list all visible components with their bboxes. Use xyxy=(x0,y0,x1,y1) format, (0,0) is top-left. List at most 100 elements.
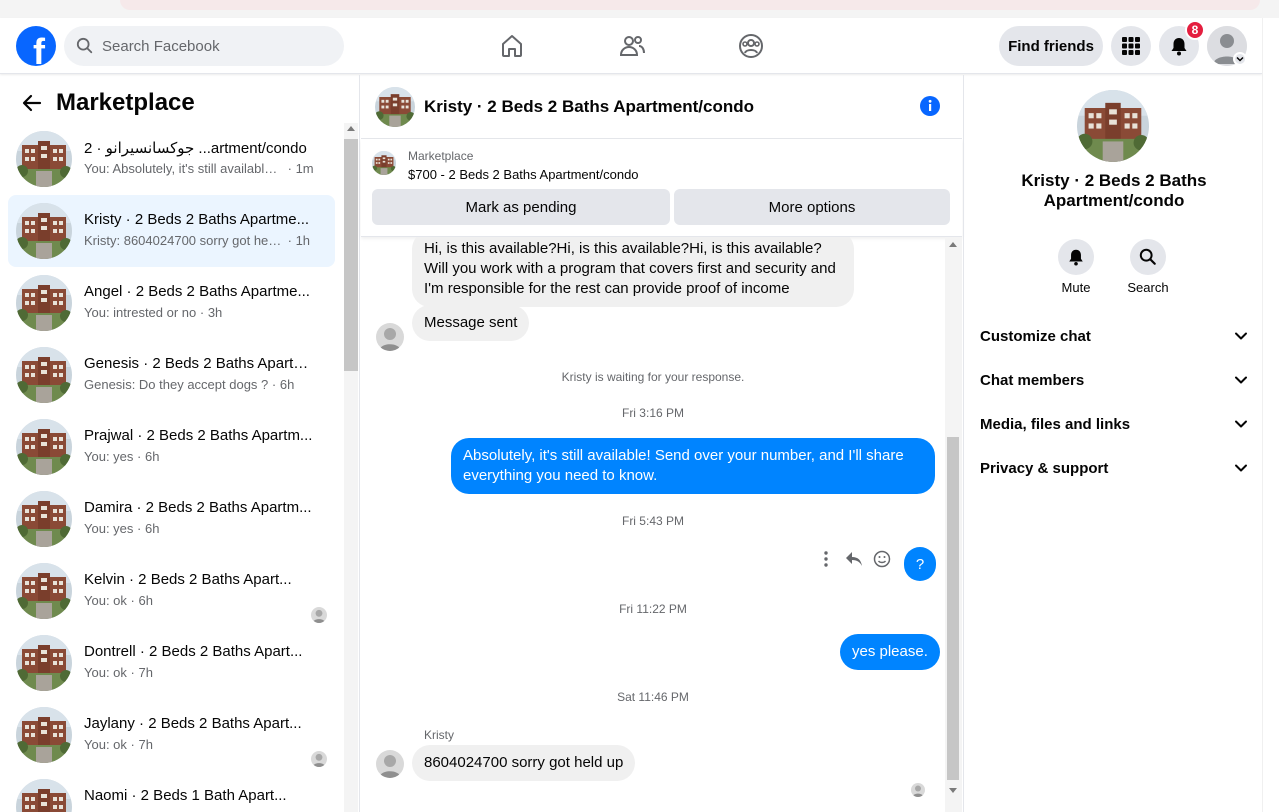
conversation-snippet: You: ok · 6h xyxy=(84,593,153,608)
conversation-title: Dontrell · 2 Beds 2 Baths Apart... xyxy=(84,643,303,660)
timestamp: Sat 11:46 PM xyxy=(617,690,689,704)
conversation-time: · 6h xyxy=(271,377,295,392)
groups-icon[interactable] xyxy=(735,30,767,62)
menu-grid-button[interactable] xyxy=(1111,26,1151,66)
sidebar-title: Marketplace xyxy=(56,89,195,116)
find-friends-button[interactable]: Find friends xyxy=(999,26,1103,66)
search-in-chat-button[interactable] xyxy=(1130,239,1166,275)
facebook-logo-icon[interactable]: f xyxy=(16,26,56,66)
message-bubble-outgoing[interactable]: ? xyxy=(904,547,936,581)
chevron-down-icon xyxy=(1235,332,1247,340)
conversation-snippet: You: yes · 6h xyxy=(84,449,160,464)
conversation-title: Kristy · 2 Beds 2 Baths Apartme... xyxy=(84,211,310,228)
message-bubble-incoming[interactable]: 8604024700 sorry got held up xyxy=(412,745,636,781)
chat-thumbnail[interactable] xyxy=(375,87,415,127)
sender-avatar[interactable] xyxy=(376,750,404,778)
chat-details-panel: Kristy · 2 Beds 2 Baths Apartment/condo … xyxy=(963,75,1262,812)
conversation-title: Prajwal · 2 Beds 2 Baths Apartm... xyxy=(84,427,313,444)
page-scrollbar[interactable] xyxy=(1262,18,1279,812)
listing-thumbnail[interactable] xyxy=(372,151,396,175)
search-box[interactable] xyxy=(64,26,344,66)
conversation-title: Naomi · 2 Beds 1 Bath Apart... xyxy=(84,787,287,804)
details-section-row[interactable]: Media, files and links xyxy=(980,412,1248,436)
conversation-thumbnail xyxy=(16,275,72,331)
sidebar-scrollbar[interactable] xyxy=(344,123,358,812)
details-section-row[interactable]: Privacy & support xyxy=(980,456,1248,480)
reply-icon[interactable] xyxy=(845,550,863,568)
waiting-status-text: Kristy is waiting for your response. xyxy=(561,370,745,384)
listing-banner: Marketplace $700 - 2 Beds 2 Baths Apartm… xyxy=(361,139,962,237)
conversation-time: · 3h xyxy=(199,305,223,320)
chevron-down-icon[interactable] xyxy=(1233,52,1247,66)
conversation-snippet: Kristy: 8604024700 sorry got held ... · … xyxy=(84,233,311,248)
conversation-thumbnail xyxy=(16,779,72,812)
details-thumbnail[interactable] xyxy=(1077,90,1149,162)
conversation-title: Genesis · 2 Beds 2 Baths Apartm... xyxy=(84,355,316,372)
chat-header: Kristy · 2 Beds 2 Baths Apartment/condo xyxy=(361,75,962,139)
listing-price[interactable]: $700 - 2 Beds 2 Baths Apartment/condo xyxy=(408,167,639,182)
search-icon xyxy=(76,37,93,54)
conversation-snippet: You: yes · 6h xyxy=(84,521,160,536)
more-vertical-icon[interactable] xyxy=(817,550,835,568)
read-receipt-avatar xyxy=(911,783,925,797)
conversation-item[interactable]: جوكسانسيرانو · 2 ...artment/condo You: Ab… xyxy=(8,123,335,195)
friends-icon[interactable] xyxy=(616,30,648,62)
conversation-item[interactable]: Kelvin · 2 Beds 2 Baths Apart... You: ok … xyxy=(8,555,335,627)
conversation-thumbnail xyxy=(16,419,72,475)
conversation-snippet: Genesis: Do they accept dogs ? · 6h xyxy=(84,377,295,392)
conversation-item[interactable]: Kristy · 2 Beds 2 Baths Apartme... Kristy… xyxy=(8,195,335,267)
conversation-item[interactable]: Prajwal · 2 Beds 2 Baths Apartm... You: y… xyxy=(8,411,335,483)
mark-as-pending-button[interactable]: Mark as pending xyxy=(372,189,670,225)
conversation-item[interactable]: Dontrell · 2 Beds 2 Baths Apart... You: o… xyxy=(8,627,335,699)
mute-label: Mute xyxy=(1061,280,1091,295)
conversation-item[interactable]: Damira · 2 Beds 2 Baths Apartm... You: ye… xyxy=(8,483,335,555)
message-bubble-outgoing[interactable]: Absolutely, it's still available! Send o… xyxy=(451,438,935,494)
message-bubble-incoming[interactable]: Message sent xyxy=(412,305,530,341)
search-icon xyxy=(1139,248,1156,265)
chat-scrollbar[interactable] xyxy=(945,237,962,812)
conversation-snippet: You: intrested or no · 3h xyxy=(84,305,223,320)
details-section-label: Chat members xyxy=(980,371,1085,389)
conversation-thumbnail xyxy=(16,707,72,763)
sender-avatar[interactable] xyxy=(376,323,404,351)
browser-address-bar[interactable] xyxy=(120,0,1260,10)
conversation-time: · 1h xyxy=(287,233,311,248)
conversation-thumbnail xyxy=(16,491,72,547)
chevron-down-icon xyxy=(1235,376,1247,384)
conversation-item[interactable]: Genesis · 2 Beds 2 Baths Apartm... Genesi… xyxy=(8,339,335,411)
details-section-row[interactable]: Customize chat xyxy=(980,324,1248,348)
grid-icon xyxy=(1122,37,1140,55)
conversation-time: · 6h xyxy=(137,449,160,464)
details-section-label: Customize chat xyxy=(980,327,1091,345)
back-arrow-icon[interactable] xyxy=(20,91,44,115)
emoji-reaction-icon[interactable] xyxy=(873,550,891,568)
conversation-thumbnail xyxy=(16,635,72,691)
notification-count-badge: 8 xyxy=(1185,20,1205,40)
home-icon[interactable] xyxy=(496,30,528,62)
message-bubble-outgoing[interactable]: yes please. xyxy=(840,634,940,670)
conversation-snippet: You: ok · 7h xyxy=(84,665,153,680)
notifications-button[interactable]: 8 xyxy=(1159,20,1205,66)
conversation-time: · 1m xyxy=(287,161,314,176)
search-input[interactable] xyxy=(102,37,322,55)
bell-icon xyxy=(1069,249,1083,266)
more-options-button[interactable]: More options xyxy=(674,189,950,225)
conversation-item[interactable]: Angel · 2 Beds 2 Baths Apartme... You: in… xyxy=(8,267,335,339)
info-icon[interactable] xyxy=(919,95,941,117)
conversation-title: Damira · 2 Beds 2 Baths Apartm... xyxy=(84,499,312,516)
conversation-title: Kelvin · 2 Beds 2 Baths Apart... xyxy=(84,571,292,588)
details-section-label: Media, files and links xyxy=(980,415,1131,433)
conversation-item[interactable]: Jaylany · 2 Beds 2 Baths Apart... You: ok… xyxy=(8,699,335,771)
listing-label: Marketplace xyxy=(408,149,474,163)
chevron-down-icon xyxy=(1235,420,1247,428)
details-section-row[interactable]: Chat members xyxy=(980,368,1248,392)
mute-button[interactable] xyxy=(1058,239,1094,275)
conversation-title: Jaylany · 2 Beds 2 Baths Apart... xyxy=(84,715,302,732)
timestamp: Fri 11:22 PM xyxy=(619,602,687,616)
top-navigation-bar: f Find friends 8 xyxy=(0,18,1262,74)
conversation-time: · 6h xyxy=(137,521,160,536)
conversation-thumbnail xyxy=(16,131,72,187)
conversation-item[interactable]: Naomi · 2 Beds 1 Bath Apart... xyxy=(8,771,335,812)
message-bubble-incoming[interactable]: Hi, is this available?Hi, is this availa… xyxy=(412,237,854,307)
chat-title[interactable]: Kristy · 2 Beds 2 Baths Apartment/condo xyxy=(424,97,754,117)
